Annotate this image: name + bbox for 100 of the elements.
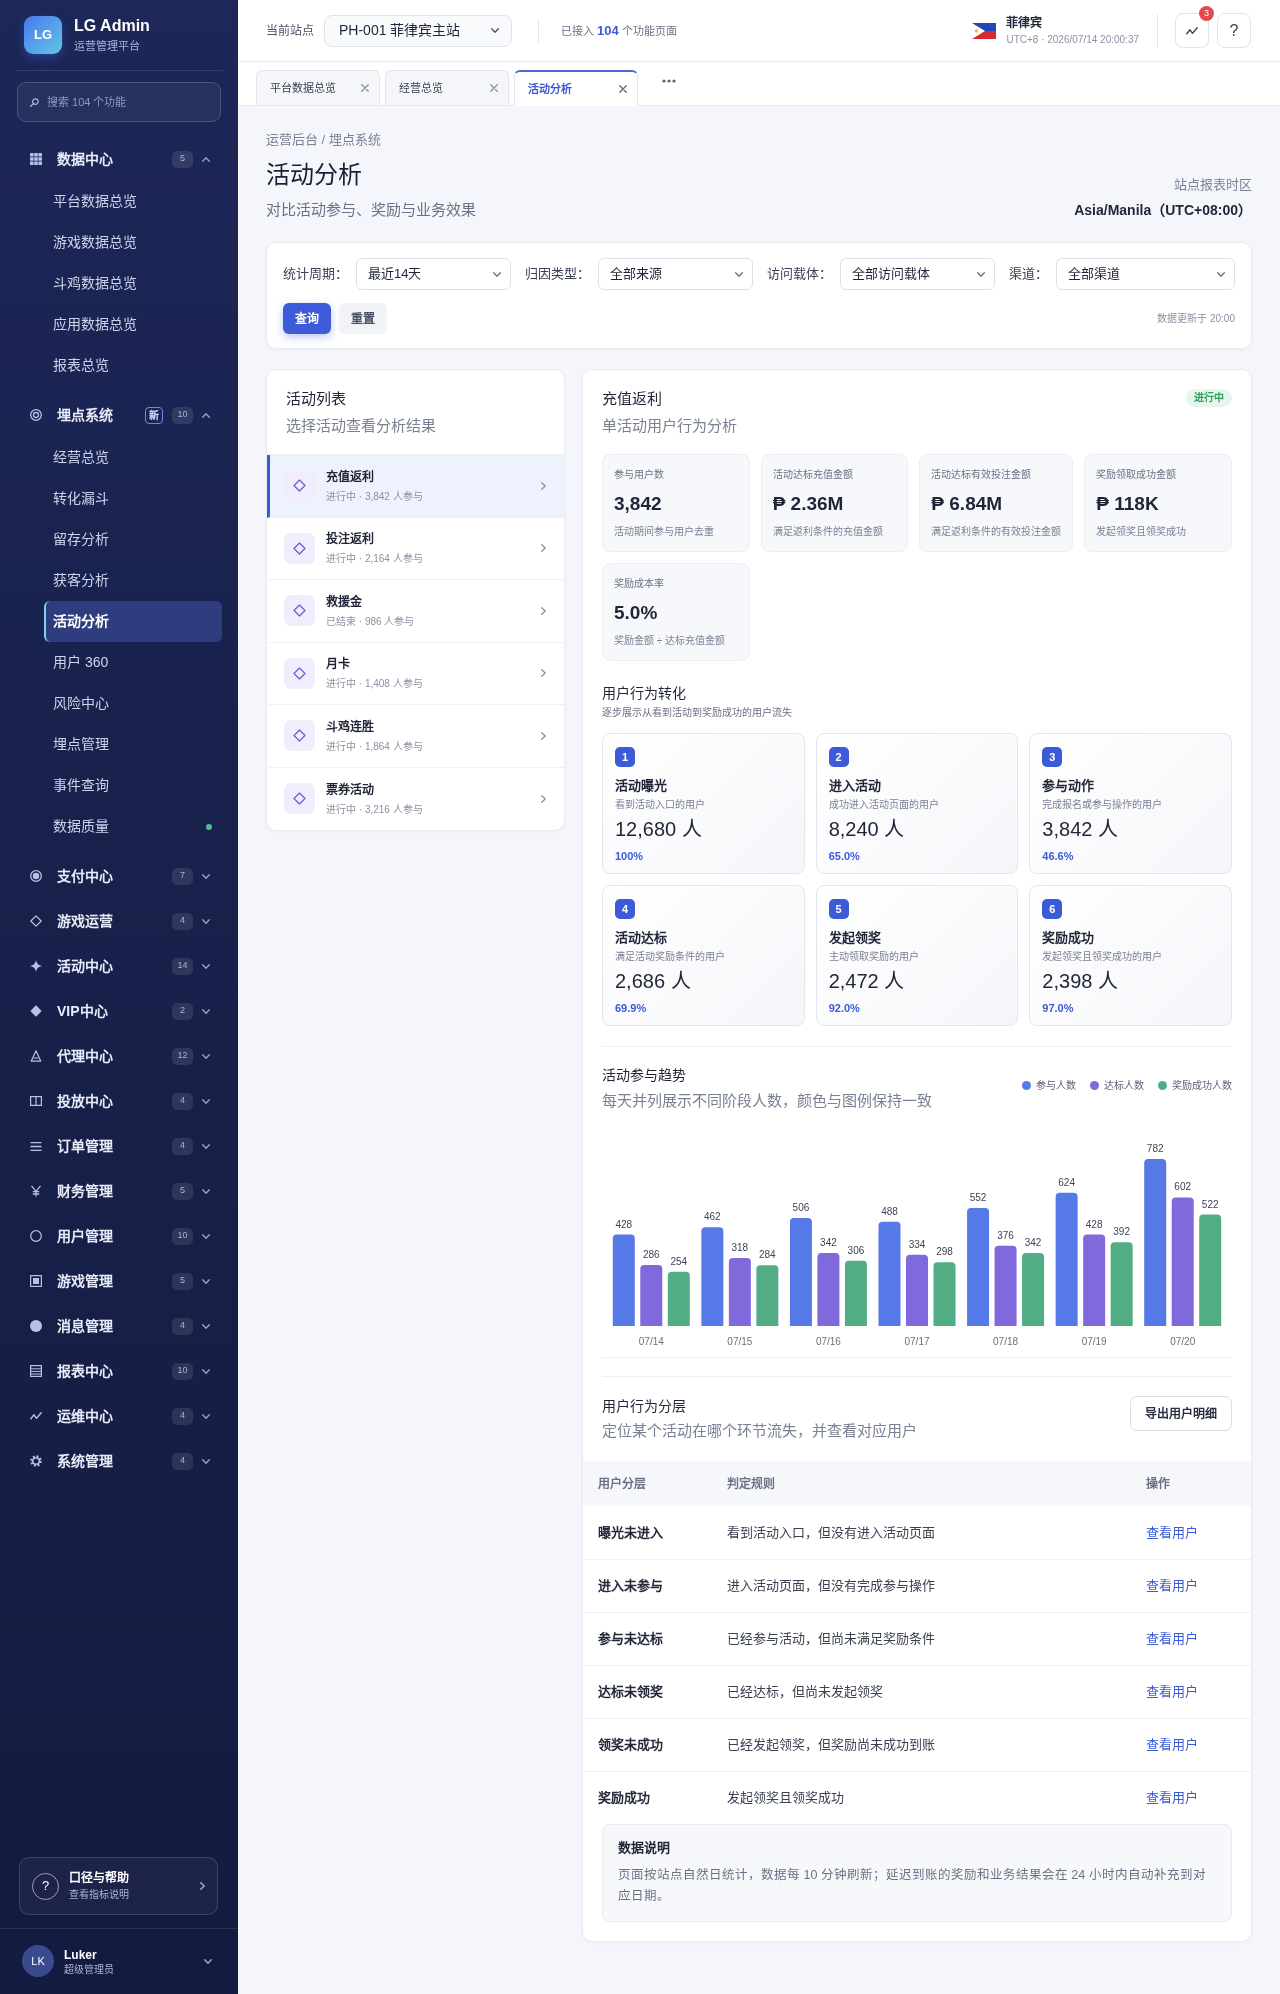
step-count: 2,472 人 [828, 969, 906, 994]
view-users-link[interactable]: 查看用户 [1146, 1630, 1198, 1646]
step-number-badge: 3 [1042, 747, 1063, 767]
legend-label: 参与人数 [1036, 1079, 1076, 1093]
tab[interactable]: 经营总览 [385, 70, 509, 105]
view-users-link[interactable]: 查看用户 [1146, 1524, 1198, 1540]
close-icon[interactable] [361, 84, 369, 92]
chevron-up-icon[interactable] [202, 156, 210, 162]
help-button[interactable]: ? [1217, 13, 1251, 48]
export-button[interactable]: 导出用户明细 [1130, 1396, 1232, 1431]
nav-item[interactable]: 斗鸡数据总览 [44, 263, 222, 304]
nav-group-label[interactable]: VIP中心 [57, 1000, 108, 1022]
segment-name: 达标未领奖 [598, 1683, 663, 1699]
nav-group-label[interactable]: 代理中心 [57, 1045, 113, 1067]
activity-item[interactable]: 票券活动 进行中 · 3,216 人参与 [267, 767, 564, 830]
chevron-down-icon[interactable] [204, 1958, 212, 1964]
nav-item[interactable]: 数据质量 [44, 806, 222, 847]
chevron-down-icon[interactable] [202, 1053, 210, 1059]
chevron-down-icon [493, 271, 501, 277]
chevron-down-icon[interactable] [202, 1458, 210, 1464]
nav-group-label[interactable]: 游戏管理 [57, 1270, 113, 1292]
nav-item[interactable]: 游戏数据总览 [44, 222, 222, 263]
nav-group-label[interactable]: 活动中心 [57, 955, 113, 977]
nav-group-label[interactable]: 系统管理 [57, 1450, 113, 1472]
kpi-note: 发起领奖且领奖成功 [1096, 525, 1188, 539]
integration-info: 已接入 104 个功能页面 [561, 21, 677, 40]
axis-label: 07/18 [993, 1336, 1019, 1347]
activity-item[interactable]: 月卡 进行中 · 1,408 人参与 [267, 642, 564, 705]
chevron-down-icon[interactable] [202, 963, 210, 969]
sparkle-icon [30, 960, 42, 972]
column-header: 用户分层 [598, 1476, 646, 1491]
step-name: 活动曝光 [615, 777, 668, 795]
chevron-down-icon[interactable] [202, 873, 210, 879]
nav-item[interactable]: 事件查询 [44, 765, 222, 806]
nav-group-label[interactable]: 游戏运营 [57, 910, 113, 932]
user-role: 超级管理员 [64, 1962, 114, 1976]
chevron-down-icon[interactable] [202, 1143, 210, 1149]
activity-item[interactable]: 投注返利 进行中 · 2,164 人参与 [267, 517, 564, 580]
more-icon[interactable] [662, 78, 676, 83]
legend-label: 奖励成功人数 [1172, 1079, 1232, 1093]
step-name: 活动达标 [615, 929, 668, 947]
chevron-down-icon[interactable] [202, 918, 210, 924]
nav-item[interactable]: 埋点管理 [44, 724, 222, 765]
activity-item[interactable]: 充值返利 进行中 · 3,842 人参与 [267, 455, 564, 518]
nav-group-label[interactable]: 支付中心 [57, 865, 113, 887]
help-card[interactable]: ? 口径与帮助 查看指标说明 [19, 1857, 218, 1915]
note-text: 页面按站点自然日统计，数据每 10 分钟刷新；延迟到账的奖励和业务结果会在 24 小时内自动补充到对应日期。 [618, 1867, 1207, 1905]
gear-icon [30, 1455, 42, 1467]
nav-group-label[interactable]: 财务管理 [57, 1180, 113, 1202]
app-name: LG Admin [74, 16, 150, 36]
filter-select[interactable]: 全部访问载体 [840, 258, 995, 290]
view-users-link[interactable]: 查看用户 [1146, 1683, 1198, 1699]
chevron-up-icon[interactable] [202, 412, 210, 418]
close-icon[interactable] [490, 84, 498, 92]
nav-group-label[interactable]: 数据中心 [57, 148, 113, 170]
nav-group-label[interactable]: 投放中心 [57, 1090, 113, 1112]
user-avatar[interactable]: LK [22, 1945, 54, 1977]
nav-item[interactable]: 用户 360 [44, 642, 222, 683]
nav-item[interactable]: 留存分析 [44, 519, 222, 560]
nav-item[interactable]: 活动分析 [44, 601, 222, 642]
nav-item[interactable]: 平台数据总览 [44, 181, 222, 222]
close-icon[interactable] [619, 85, 627, 93]
section-subtitle: 每天并列展示不同阶段人数，颜色与图例保持一致 [602, 1091, 932, 1111]
status-badge: 进行中 [1186, 389, 1232, 407]
nav-group-label[interactable]: 订单管理 [57, 1135, 113, 1157]
chevron-down-icon[interactable] [202, 1188, 210, 1194]
nav-item[interactable]: 风险中心 [44, 683, 222, 724]
tab[interactable]: 平台数据总览 [256, 70, 380, 105]
tab[interactable]: 活动分析 [514, 70, 638, 106]
nav-group-label[interactable]: 运维中心 [57, 1405, 113, 1427]
nav-group-label[interactable]: 消息管理 [57, 1315, 113, 1337]
diamond-icon [30, 915, 42, 927]
view-users-link[interactable]: 查看用户 [1146, 1790, 1198, 1805]
reset-button[interactable]: 重置 [339, 303, 387, 334]
nav-item[interactable]: 获客分析 [44, 560, 222, 601]
chevron-down-icon[interactable] [202, 1278, 210, 1284]
activity-meta: 已结束 · 986 人参与 [326, 614, 416, 628]
activity-name: 救援金 [326, 593, 363, 610]
filter-select[interactable]: 全部来源 [598, 258, 753, 290]
chevron-down-icon[interactable] [202, 1323, 210, 1329]
nav-item[interactable]: 转化漏斗 [44, 478, 222, 519]
chevron-down-icon[interactable] [202, 1008, 210, 1014]
view-users-link[interactable]: 查看用户 [1146, 1736, 1198, 1752]
activity-item[interactable]: 斗鸡连胜 进行中 · 1,864 人参与 [267, 705, 564, 768]
activity-item[interactable]: 救援金 已结束 · 986 人参与 [267, 580, 564, 643]
nav-group-label[interactable]: 用户管理 [57, 1225, 113, 1247]
filter-select[interactable]: 最近14天 [356, 258, 511, 290]
view-users-link[interactable]: 查看用户 [1146, 1577, 1198, 1593]
nav-group-label[interactable]: 报表中心 [57, 1360, 113, 1382]
chevron-down-icon[interactable] [202, 1233, 210, 1239]
nav-item[interactable]: 应用数据总览 [44, 304, 222, 345]
filter-select[interactable]: 全部渠道 [1056, 258, 1235, 290]
chevron-down-icon[interactable] [202, 1368, 210, 1374]
query-button[interactable]: 查询 [283, 303, 331, 334]
chevron-down-icon[interactable] [202, 1098, 210, 1104]
nav-item[interactable]: 报表总览 [44, 345, 222, 386]
chevron-down-icon[interactable] [202, 1413, 210, 1419]
nav-group-label[interactable]: 埋点系统 [57, 404, 113, 426]
site-select[interactable]: PH-001 菲律宾主站 [324, 14, 512, 47]
nav-item[interactable]: 经营总览 [44, 437, 222, 478]
